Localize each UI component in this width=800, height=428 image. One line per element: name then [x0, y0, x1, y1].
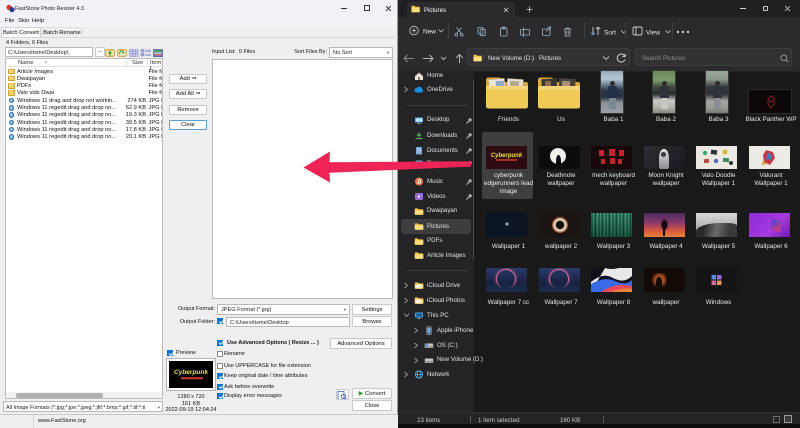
svg-text:New: New [423, 29, 436, 36]
svg-text:Cyberpunk: Cyberpunk [491, 153, 523, 159]
svg-text:View: View [646, 30, 660, 37]
svg-text:Cyberpunk: Cyberpunk [174, 369, 208, 376]
svg-text:Sort: Sort [604, 30, 616, 37]
